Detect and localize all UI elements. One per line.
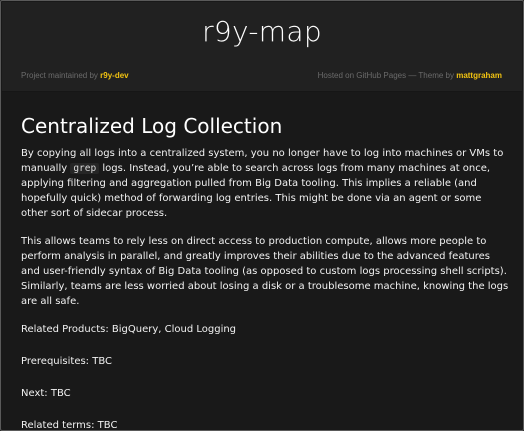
related-terms: Related terms: TBC [21,420,118,431]
site-header: r9y-map Project maintained by r9y-dev Ho… [2,2,522,92]
theme-author-link[interactable]: mattgraham [456,71,502,80]
grep-code: grep [70,163,100,174]
page-title: Centralized Log Collection [21,114,283,138]
maintainer-link[interactable]: r9y-dev [100,71,128,80]
main-content: Centralized Log Collection By copying al… [21,113,509,431]
benefits-paragraph: This allows teams to rely less on direct… [21,236,509,307]
prerequisites: Prerequisites: TBC [21,356,113,367]
browser-viewport: r9y-map Project maintained by r9y-dev Ho… [0,0,524,431]
maintainer-prefix: Project maintained by [21,71,101,80]
maintainer-credit: Project maintained by r9y-dev [21,71,129,80]
next-item: Next: TBC [21,388,71,399]
hosting-text: Hosted on GitHub Pages — Theme by [317,71,457,80]
site-title[interactable]: r9y-map [2,15,522,48]
hosting-credit: Hosted on GitHub Pages — Theme by mattgr… [318,71,502,80]
intro-paragraph: By copying all logs into a centralized s… [21,146,509,221]
related-products: Related Products: BigQuery, Cloud Loggin… [21,324,237,335]
